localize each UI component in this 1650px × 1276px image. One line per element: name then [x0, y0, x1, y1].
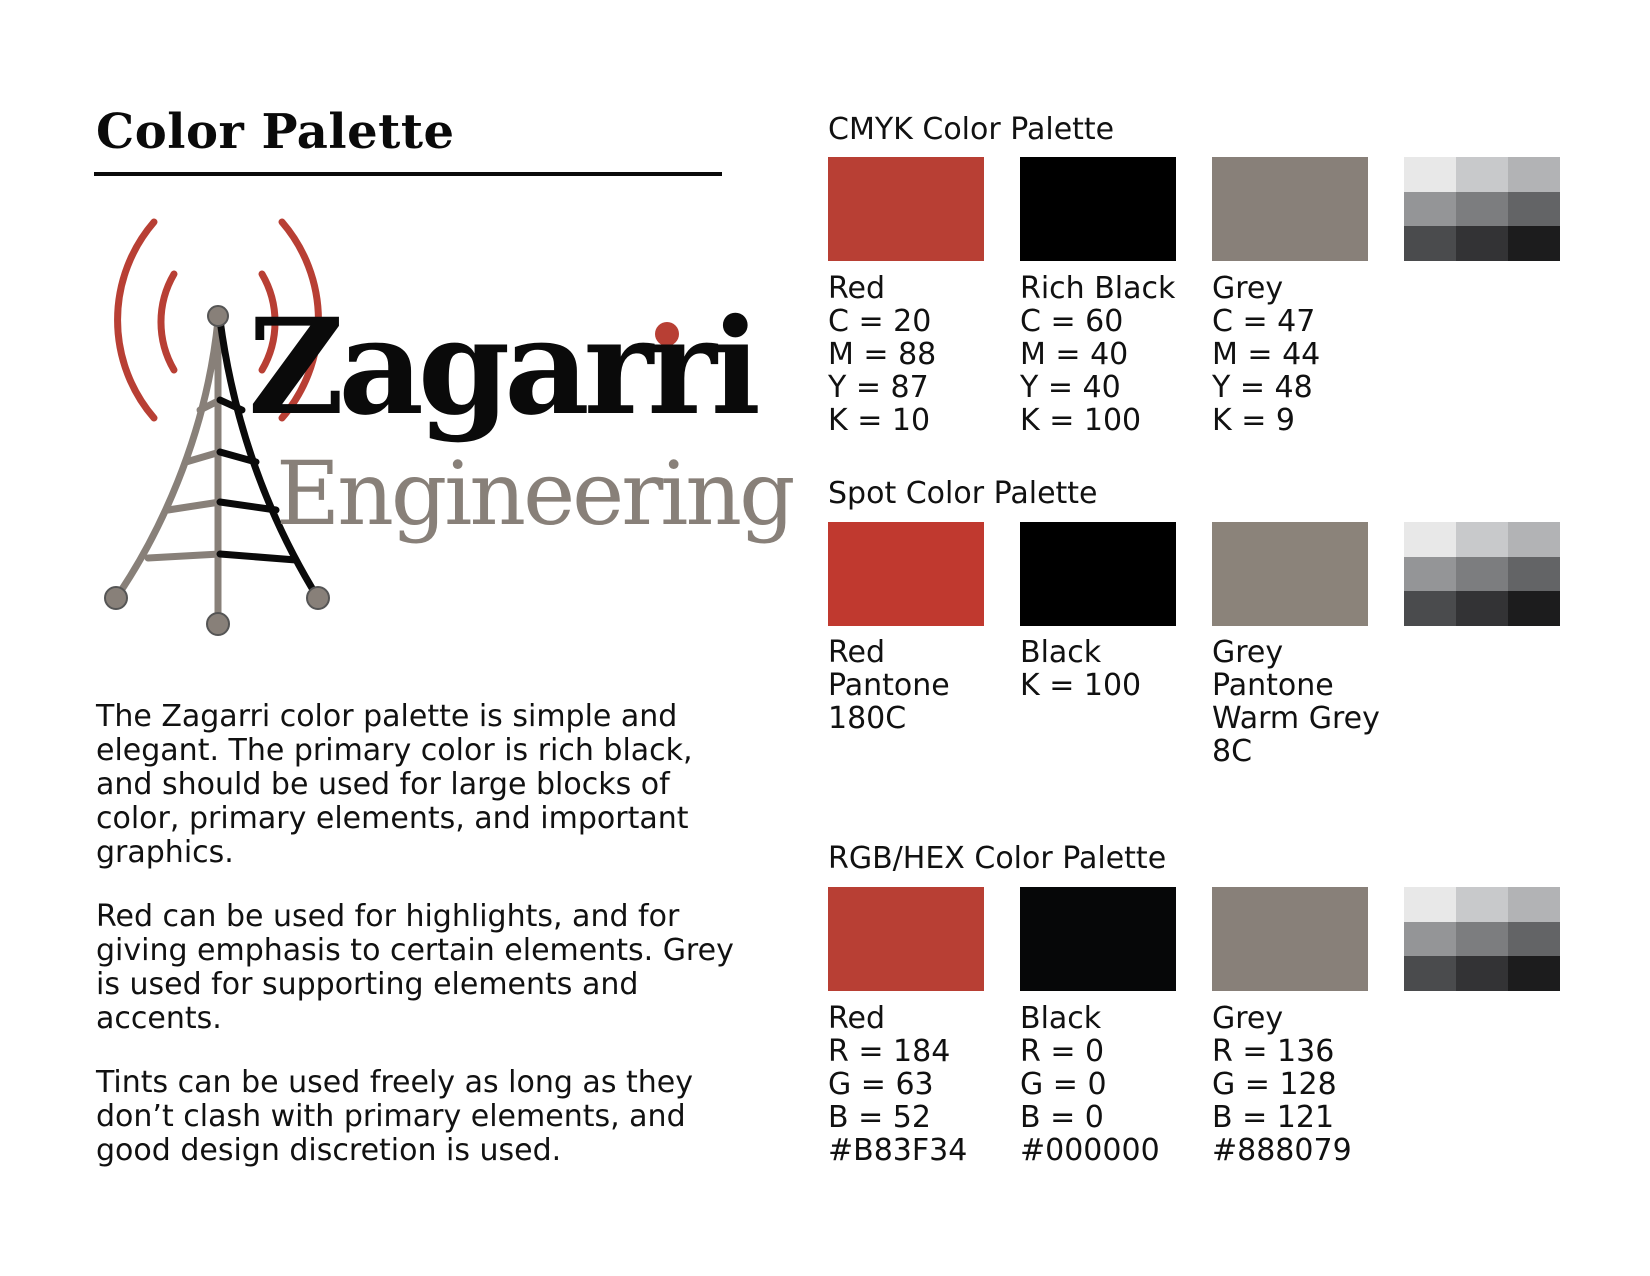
cmyk-red-swatch [828, 157, 984, 261]
logo-wordmark-engineering: Engineering [276, 442, 795, 545]
swatch-value: R = 136 [1212, 1034, 1335, 1069]
tint-cell [1508, 556, 1560, 592]
tint-cell [1508, 157, 1560, 192]
swatch-value: M = 88 [828, 337, 937, 372]
cmyk-red-label: Red C = 20 M = 88 Y = 87 K = 10 [828, 272, 936, 437]
tint-cell [1404, 522, 1456, 557]
spot-red-swatch [828, 522, 984, 626]
tint-cell [1404, 591, 1456, 626]
cmyk-grey-swatch [1212, 157, 1368, 261]
tint-cell [1404, 921, 1456, 957]
page-title: Color Palette [96, 104, 455, 160]
cmyk-black-label: Rich Black C = 60 M = 40 Y = 40 K = 100 [1020, 272, 1175, 437]
cmyk-section-title: CMYK Color Palette [828, 112, 1115, 147]
tint-cell [1508, 887, 1560, 922]
swatch-value: K = 100 [1020, 403, 1142, 438]
cmyk-grey-label: Grey C = 47 M = 44 Y = 48 K = 9 [1212, 272, 1320, 437]
tint-cell [1508, 956, 1560, 991]
tint-cell [1456, 956, 1508, 991]
swatch-value: Y = 48 [1212, 370, 1313, 405]
spot-red-label: Red Pantone 180C [828, 636, 950, 735]
swatch-value: Y = 40 [1020, 370, 1121, 405]
swatch-value: Pantone [828, 668, 950, 703]
swatch-value: R = 184 [828, 1034, 951, 1069]
swatch-name: Black [1020, 635, 1102, 670]
swatch-value: C = 20 [828, 304, 932, 339]
swatch-value: 180C [828, 701, 907, 736]
tint-cell [1456, 887, 1508, 922]
description-paragraph-1: The Zagarri color palette is simple and … [96, 699, 693, 870]
swatch-value: Warm Grey [1212, 701, 1380, 736]
swatch-value: B = 52 [828, 1100, 931, 1135]
description-paragraph-3: Tints can be used freely as long as they… [96, 1065, 693, 1168]
tint-cell [1508, 191, 1560, 227]
palette-description: The Zagarri color palette is simple and … [96, 700, 746, 1198]
swatch-value: G = 63 [828, 1067, 934, 1102]
tint-cell [1456, 157, 1508, 192]
tint-cell [1508, 522, 1560, 557]
spot-section-title: Spot Color Palette [828, 476, 1098, 511]
swatch-value: G = 0 [1020, 1067, 1107, 1102]
rgb-grey-label: Grey R = 136 G = 128 B = 121 #888079 [1212, 1002, 1352, 1167]
swatch-name: Red [828, 271, 885, 306]
rgb-section-title: RGB/HEX Color Palette [828, 841, 1167, 876]
swatch-value: B = 0 [1020, 1100, 1104, 1135]
tint-cell [1456, 522, 1508, 557]
swatch-value: C = 60 [1020, 304, 1124, 339]
swatch-value: C = 47 [1212, 304, 1316, 339]
swatch-value: #888079 [1212, 1133, 1352, 1168]
tint-cell [1456, 921, 1508, 957]
tint-cell [1404, 556, 1456, 592]
tint-cell [1456, 591, 1508, 626]
rgb-black-swatch [1020, 887, 1176, 991]
swatch-value: B = 121 [1212, 1100, 1335, 1135]
cmyk-black-swatch [1020, 157, 1176, 261]
swatch-value: 8C [1212, 734, 1253, 769]
tint-cell [1456, 191, 1508, 227]
tint-cell [1508, 591, 1560, 626]
swatch-value: K = 100 [1020, 668, 1142, 703]
tint-cell [1508, 921, 1560, 957]
swatch-value: G = 128 [1212, 1067, 1337, 1102]
spot-tint-grid [1404, 522, 1560, 626]
swatch-value: M = 44 [1212, 337, 1321, 372]
tint-cell [1456, 226, 1508, 261]
tint-cell [1456, 556, 1508, 592]
swatch-name: Rich Black [1020, 271, 1176, 306]
swatch-name: Grey [1212, 271, 1284, 306]
swatch-name: Grey [1212, 635, 1284, 670]
zagarri-logo: Zagarri Engineering [96, 210, 795, 680]
swatch-value: Pantone [1212, 668, 1334, 703]
tint-cell [1404, 226, 1456, 261]
rgb-red-swatch [828, 887, 984, 991]
title-divider [94, 172, 722, 176]
tint-cell [1404, 157, 1456, 192]
spot-black-swatch [1020, 522, 1176, 626]
rgb-tint-grid [1404, 887, 1560, 991]
logo-wordmark-zagarri: Zagarri [248, 290, 761, 445]
tint-cell [1404, 191, 1456, 227]
spot-grey-label: Grey Pantone Warm Grey 8C [1212, 636, 1380, 768]
swatch-name: Grey [1212, 1001, 1284, 1036]
swatch-value: #000000 [1020, 1133, 1160, 1168]
swatch-value: #B83F34 [828, 1133, 968, 1168]
tint-cell [1404, 956, 1456, 991]
rgb-red-label: Red R = 184 G = 63 B = 52 #B83F34 [828, 1002, 967, 1167]
spot-black-label: Black K = 100 [1020, 636, 1141, 702]
swatch-value: K = 9 [1212, 403, 1295, 438]
swatch-name: Red [828, 635, 885, 670]
description-paragraph-2: Red can be used for highlights, and for … [96, 899, 734, 1036]
cmyk-tint-grid [1404, 157, 1560, 261]
rgb-black-label: Black R = 0G = 0B = 0 #000000 [1020, 1002, 1160, 1167]
swatch-value: Y = 87 [828, 370, 929, 405]
swatch-name: Black [1020, 1001, 1102, 1036]
swatch-value: K = 10 [828, 403, 931, 438]
tint-cell [1508, 226, 1560, 261]
tint-cell [1404, 887, 1456, 922]
rgb-grey-swatch [1212, 887, 1368, 991]
swatch-value: R = 0 [1020, 1034, 1105, 1069]
swatch-name: Red [828, 1001, 885, 1036]
swatch-value: M = 40 [1020, 337, 1129, 372]
spot-grey-swatch [1212, 522, 1368, 626]
